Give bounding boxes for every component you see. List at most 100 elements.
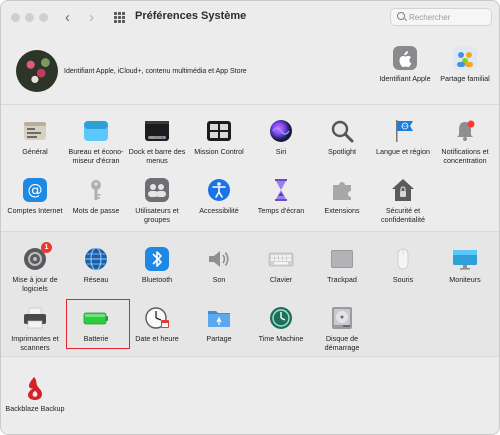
minimize-window-button[interactable] bbox=[25, 13, 34, 22]
network-item[interactable]: Réseau bbox=[65, 246, 127, 284]
avatar[interactable] bbox=[16, 50, 58, 92]
backblaze-icon bbox=[22, 375, 48, 401]
date-time-icon bbox=[144, 305, 170, 331]
screen-time-label: Temps d'écran bbox=[257, 206, 305, 215]
siri-item[interactable]: Siri bbox=[250, 118, 312, 156]
accessibility-item[interactable]: Accessibilité bbox=[188, 177, 250, 215]
apple-id-item[interactable]: Identifiant Apple bbox=[374, 45, 436, 83]
dock-menubar-item[interactable]: Dock et barre des menus bbox=[126, 118, 188, 165]
bluetooth-label: Bluetooth bbox=[141, 275, 173, 284]
close-window-button[interactable] bbox=[11, 13, 20, 22]
general-item[interactable]: Général bbox=[4, 118, 66, 156]
extensions-label: Extensions bbox=[324, 206, 360, 215]
siri-label: Siri bbox=[275, 147, 287, 156]
security-privacy-label: Sécurité et confidentialité bbox=[381, 206, 425, 224]
mouse-icon bbox=[390, 246, 416, 272]
search-input[interactable] bbox=[409, 11, 489, 23]
system-preferences-window: ‹ › Préférences Système Identifiant Appl… bbox=[0, 0, 500, 435]
back-arrow-icon[interactable]: ‹ bbox=[65, 9, 70, 26]
family-sharing-item[interactable]: Partage familial bbox=[434, 45, 496, 83]
trackpad-icon bbox=[329, 246, 355, 272]
mission-control-icon bbox=[206, 118, 232, 144]
backblaze-item[interactable]: Backblaze Backup bbox=[4, 375, 66, 413]
spotlight-icon bbox=[329, 118, 355, 144]
family-sharing-icon bbox=[452, 45, 478, 71]
internet-accounts-icon: @ bbox=[22, 177, 48, 203]
extensions-item[interactable]: Extensions bbox=[311, 177, 373, 215]
passwords-item[interactable]: Mots de passe bbox=[65, 177, 127, 215]
general-icon bbox=[22, 118, 48, 144]
printers-scanners-label: Imprimantes et scanners bbox=[11, 334, 59, 352]
displays-label: Moniteurs bbox=[449, 275, 481, 284]
sound-item[interactable]: Son bbox=[188, 246, 250, 284]
notifications-item[interactable]: Notifications et concentration bbox=[434, 118, 496, 165]
keyboard-item[interactable]: Clavier bbox=[250, 246, 312, 284]
security-privacy-item[interactable]: Sécurité et confidentialité bbox=[372, 177, 434, 224]
displays-item[interactable]: Moniteurs bbox=[434, 246, 496, 284]
startup-disk-label: Disque de démarrage bbox=[324, 334, 360, 352]
internet-accounts-label: Comptes Internet bbox=[7, 206, 63, 215]
passwords-icon bbox=[83, 177, 109, 203]
mission-control-item[interactable]: Mission Control bbox=[188, 118, 250, 156]
accessibility-label: Accessibilité bbox=[199, 206, 239, 215]
date-time-label: Date et heure bbox=[135, 334, 179, 343]
date-time-item[interactable]: Date et heure bbox=[126, 305, 188, 343]
software-update-item[interactable]: 1 Mise à jour de logiciels bbox=[4, 242, 66, 293]
screen-time-icon bbox=[268, 177, 294, 203]
trackpad-label: Trackpad bbox=[327, 275, 357, 284]
trackpad-item[interactable]: Trackpad bbox=[311, 246, 373, 284]
notifications-icon bbox=[452, 118, 478, 144]
desktop-screensaver-label: Bureau et écono-miseur d'écran bbox=[68, 147, 124, 165]
dock-menubar-label: Dock et barre des menus bbox=[128, 147, 186, 165]
mouse-item[interactable]: Souris bbox=[372, 246, 434, 284]
software-update-label: Mise à jour de logiciels bbox=[12, 275, 58, 293]
general-label: Général bbox=[22, 147, 48, 156]
startup-disk-icon bbox=[329, 305, 355, 331]
bluetooth-item[interactable]: Bluetooth bbox=[126, 246, 188, 284]
time-machine-icon bbox=[268, 305, 294, 331]
preferences-section-other bbox=[1, 357, 499, 434]
battery-selection-highlight bbox=[66, 299, 130, 349]
search-box[interactable] bbox=[390, 8, 492, 26]
displays-icon bbox=[452, 246, 478, 272]
network-icon bbox=[83, 246, 109, 272]
language-region-label: Langue et région bbox=[376, 147, 430, 156]
backblaze-label: Backblaze Backup bbox=[5, 404, 65, 413]
keyboard-icon bbox=[268, 246, 294, 272]
sharing-item[interactable]: Partage bbox=[188, 305, 250, 343]
notifications-label: Notifications et concentration bbox=[441, 147, 489, 165]
show-all-grid-icon[interactable] bbox=[114, 12, 125, 23]
time-machine-label: Time Machine bbox=[258, 334, 304, 343]
search-icon bbox=[397, 12, 405, 20]
sound-label: Son bbox=[212, 275, 226, 284]
software-update-icon: 1 bbox=[22, 242, 52, 272]
language-region-item[interactable]: Langue et région bbox=[372, 118, 434, 156]
passwords-label: Mots de passe bbox=[72, 206, 120, 215]
apple-id-label: Identifiant Apple bbox=[379, 74, 431, 83]
language-region-icon bbox=[390, 118, 416, 144]
printers-scanners-icon bbox=[22, 305, 48, 331]
internet-accounts-item[interactable]: @ Comptes Internet bbox=[4, 177, 66, 215]
sharing-label: Partage bbox=[206, 334, 232, 343]
apple-logo-icon bbox=[392, 45, 418, 71]
desktop-screensaver-item[interactable]: Bureau et écono-miseur d'écran bbox=[65, 118, 127, 165]
screen-time-item[interactable]: Temps d'écran bbox=[250, 177, 312, 215]
dock-menubar-icon bbox=[144, 118, 170, 144]
siri-icon bbox=[268, 118, 294, 144]
time-machine-item[interactable]: Time Machine bbox=[250, 305, 312, 343]
spotlight-label: Spotlight bbox=[328, 147, 356, 156]
spotlight-item[interactable]: Spotlight bbox=[311, 118, 373, 156]
window-title: Préférences Système bbox=[135, 10, 247, 22]
extensions-icon bbox=[329, 177, 355, 203]
keyboard-label: Clavier bbox=[269, 275, 293, 284]
zoom-window-button[interactable] bbox=[39, 13, 48, 22]
startup-disk-item[interactable]: Disque de démarrage bbox=[311, 305, 373, 352]
users-groups-item[interactable]: Utilisateurs et groupes bbox=[126, 177, 188, 224]
forward-arrow-icon[interactable]: › bbox=[89, 9, 94, 26]
users-groups-icon bbox=[144, 177, 170, 203]
sharing-icon bbox=[206, 305, 232, 331]
printers-scanners-item[interactable]: Imprimantes et scanners bbox=[4, 305, 66, 352]
family-sharing-label: Partage familial bbox=[440, 74, 490, 83]
network-label: Réseau bbox=[83, 275, 109, 284]
accessibility-icon bbox=[206, 177, 232, 203]
